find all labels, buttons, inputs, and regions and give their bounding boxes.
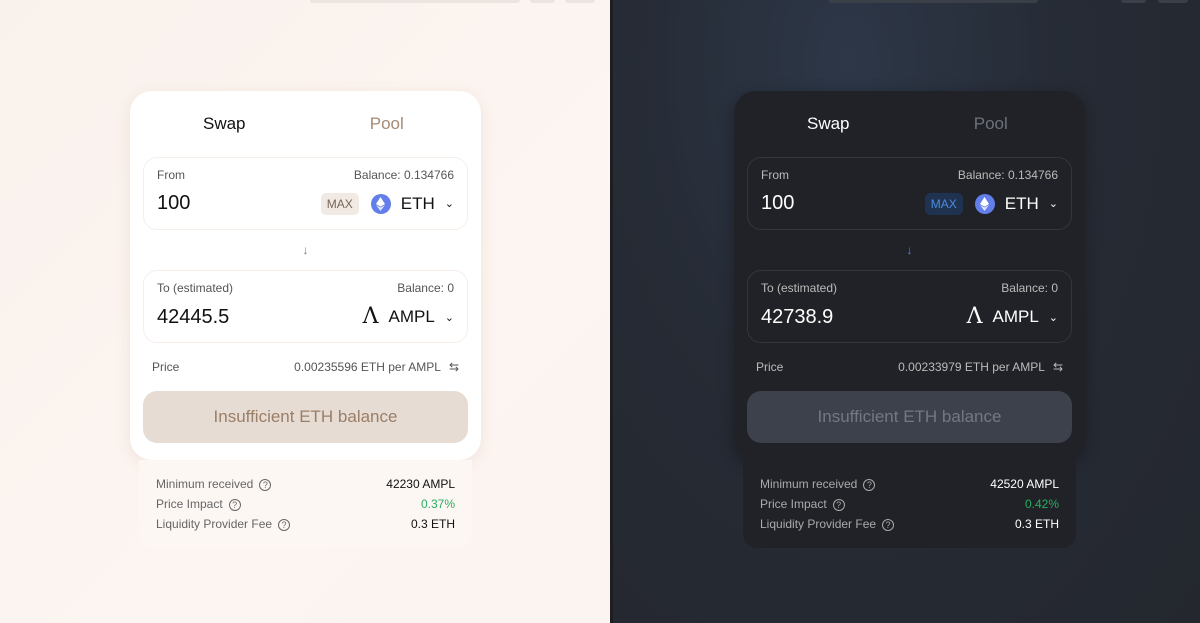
tab-swap[interactable]: Swap (747, 114, 910, 134)
max-button[interactable]: MAX (924, 192, 963, 215)
max-button[interactable]: MAX (320, 192, 359, 215)
detail-row: Liquidity Provider Fee? 0.3 ETH (760, 514, 1059, 534)
ampleforth-lambda-icon: Λ (362, 304, 379, 329)
swap-card: Swap Pool From Balance: 0.134766 MAX ETH … (734, 91, 1085, 460)
tabs: Swap Pool (747, 91, 1072, 157)
detail-row: Price Impact? 0.37% (156, 494, 455, 514)
chevron-down-icon: ⌄ (1048, 198, 1058, 210)
from-amount-input[interactable] (761, 192, 925, 215)
from-token-symbol: ETH (1004, 193, 1039, 213)
trade-details: Minimum received? 42230 AMPL Price Impact… (139, 460, 472, 548)
to-amount-field[interactable]: 42445.5 (157, 305, 363, 329)
from-balance: Balance: 0.134766 (957, 168, 1058, 182)
swap-direction-icon[interactable]: ⇆ (1053, 360, 1063, 374)
to-input-box: To (estimated) Balance: 0 42738.9 Λ AMPL … (747, 270, 1072, 343)
detail-row: Liquidity Provider Fee? 0.3 ETH (156, 514, 455, 534)
help-icon[interactable]: ? (259, 479, 272, 491)
to-label: To (estimated) (761, 281, 838, 295)
ampleforth-lambda-icon: Λ (966, 304, 983, 329)
light-theme-panel: Swap Pool From Balance: 0.134766 MAX ETH … (0, 0, 610, 623)
top-button-fragment[interactable] (565, 0, 595, 3)
top-nav-fragment[interactable] (310, 0, 520, 3)
from-amount-input[interactable] (157, 192, 321, 215)
detail-value: 0.42% (1024, 497, 1059, 511)
chevron-down-icon: ⌄ (1048, 311, 1058, 324)
top-button-fragment[interactable] (1121, 0, 1146, 3)
tabs: Swap Pool (143, 91, 468, 157)
from-balance: Balance: 0.134766 (353, 168, 454, 182)
to-amount-field[interactable]: 42738.9 (761, 305, 967, 329)
chevron-down-icon: ⌄ (444, 198, 454, 210)
detail-row: Price Impact? 0.42% (760, 494, 1059, 514)
price-value: 0.00233979 ETH per AMPL (898, 360, 1045, 374)
detail-label: Liquidity Provider Fee (760, 517, 877, 531)
detail-row: Minimum received? 42520 AMPL (760, 474, 1059, 494)
detail-value: 42520 AMPL (990, 477, 1059, 491)
detail-row: Minimum received? 42230 AMPL (156, 474, 455, 494)
top-nav-fragment[interactable] (828, 0, 1038, 3)
top-button-fragment[interactable] (530, 0, 555, 3)
tab-swap[interactable]: Swap (143, 114, 306, 134)
trade-details: Minimum received? 42520 AMPL Price Impact… (743, 460, 1076, 548)
top-button-fragment[interactable] (1158, 0, 1188, 3)
from-input-box: From Balance: 0.134766 MAX ETH ⌄ (747, 157, 1072, 230)
detail-label: Price Impact (760, 497, 827, 511)
swap-direction-icon[interactable]: ⇆ (449, 360, 459, 374)
from-token-symbol: ETH (400, 193, 435, 213)
detail-label: Price Impact (156, 497, 223, 511)
help-icon[interactable]: ? (832, 499, 845, 511)
to-token-symbol: AMPL (992, 307, 1039, 326)
detail-label: Minimum received (760, 477, 858, 491)
to-balance: Balance: 0 (397, 281, 454, 295)
price-row: Price 0.00233979 ETH per AMPL ⇆ (747, 343, 1072, 391)
tab-pool[interactable]: Pool (910, 114, 1073, 134)
chevron-down-icon: ⌄ (444, 311, 454, 324)
price-label: Price (152, 360, 180, 374)
ethereum-icon (974, 193, 995, 214)
from-token-selector[interactable]: ETH ⌄ (974, 193, 1058, 214)
arrow-down-icon[interactable]: ↓ (143, 230, 468, 270)
to-token-selector[interactable]: Λ AMPL ⌄ (967, 306, 1058, 328)
arrow-down-icon[interactable]: ↓ (747, 230, 1072, 270)
detail-value: 42230 AMPL (386, 477, 455, 491)
swap-card: Swap Pool From Balance: 0.134766 MAX ETH … (130, 91, 481, 460)
to-input-box: To (estimated) Balance: 0 42445.5 Λ AMPL … (143, 270, 468, 343)
to-label: To (estimated) (157, 281, 234, 295)
help-icon[interactable]: ? (863, 479, 876, 491)
from-label: From (761, 168, 789, 182)
from-token-selector[interactable]: ETH ⌄ (370, 193, 454, 214)
insufficient-balance-button: Insufficient ETH balance (747, 391, 1072, 443)
tab-pool[interactable]: Pool (306, 114, 469, 134)
detail-value: 0.3 ETH (1014, 517, 1059, 531)
from-input-box: From Balance: 0.134766 MAX ETH ⌄ (143, 157, 468, 230)
price-label: Price (756, 360, 784, 374)
detail-label: Minimum received (156, 477, 254, 491)
to-balance: Balance: 0 (1001, 281, 1058, 295)
detail-label: Liquidity Provider Fee (156, 517, 273, 531)
from-label: From (157, 168, 185, 182)
price-value: 0.00235596 ETH per AMPL (294, 360, 441, 374)
insufficient-balance-button: Insufficient ETH balance (143, 391, 468, 443)
help-icon[interactable]: ? (882, 519, 895, 531)
ethereum-icon (370, 193, 391, 214)
to-token-selector[interactable]: Λ AMPL ⌄ (363, 306, 454, 328)
detail-value: 0.3 ETH (410, 517, 455, 531)
dark-theme-panel: Swap Pool From Balance: 0.134766 MAX ETH … (610, 0, 1200, 623)
help-icon[interactable]: ? (278, 519, 291, 531)
to-token-symbol: AMPL (388, 307, 435, 326)
price-row: Price 0.00235596 ETH per AMPL ⇆ (143, 343, 468, 391)
detail-value: 0.37% (420, 497, 455, 511)
help-icon[interactable]: ? (228, 499, 241, 511)
